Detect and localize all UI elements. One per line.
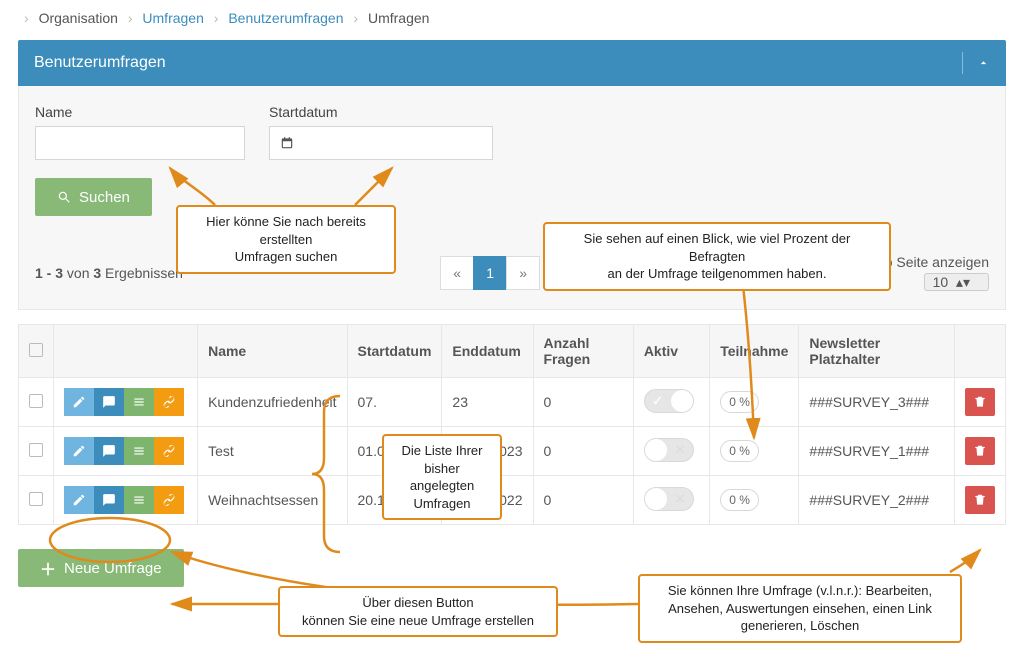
callout-participation: Sie sehen auf einen Blick, wie viel Proz… — [543, 222, 891, 291]
col-participation[interactable]: Teilnahme — [710, 325, 799, 378]
list-icon — [132, 493, 146, 507]
pencil-icon — [72, 444, 86, 458]
callout-new-button: Über diesen Button können Sie eine neue … — [278, 586, 558, 637]
participation-badge: 0 % — [720, 489, 759, 511]
col-start[interactable]: Startdatum — [347, 325, 442, 378]
cell-participation: 0 % — [710, 427, 799, 476]
cell-end: 23 — [442, 378, 533, 427]
row-actions — [64, 437, 187, 465]
breadcrumb-user-surveys[interactable]: Benutzerumfragen — [228, 10, 343, 26]
row-actions — [64, 486, 187, 514]
active-toggle[interactable]: ✕ — [644, 438, 694, 462]
name-input[interactable] — [35, 126, 245, 160]
edit-button[interactable] — [64, 388, 94, 416]
active-toggle[interactable]: ✕ — [644, 487, 694, 511]
view-button[interactable] — [94, 486, 124, 514]
speech-icon — [102, 444, 116, 458]
per-page-select[interactable]: 10 ▴▾ — [924, 273, 989, 291]
link-icon — [162, 444, 176, 458]
search-button[interactable]: Suchen — [35, 178, 152, 216]
delete-button[interactable] — [965, 388, 995, 416]
link-icon — [162, 395, 176, 409]
edit-button[interactable] — [64, 437, 94, 465]
col-placeholder[interactable]: Newsletter Platzhalter — [799, 325, 955, 378]
row-checkbox[interactable] — [29, 492, 43, 506]
cell-name: Kundenzufriedenheit — [198, 378, 347, 427]
row-checkbox[interactable] — [29, 443, 43, 457]
delete-button[interactable] — [965, 486, 995, 514]
trash-icon — [973, 444, 987, 458]
table-row: Kundenzufriedenheit 07. 23 0 ✓ 0 % ###SU… — [19, 378, 1006, 427]
cell-participation: 0 % — [710, 476, 799, 525]
edit-button[interactable] — [64, 486, 94, 514]
callout-list: Die Liste Ihrer bisher angelegten Umfrag… — [382, 434, 502, 520]
cell-active: ✓ — [633, 378, 709, 427]
panel-title: Benutzerumfragen — [34, 54, 166, 72]
cell-name: Test — [198, 427, 347, 476]
col-questions[interactable]: Anzahl Fragen — [533, 325, 633, 378]
panel-collapse-toggle[interactable] — [962, 52, 990, 74]
delete-button[interactable] — [965, 437, 995, 465]
page-prev[interactable]: « — [440, 256, 474, 290]
pencil-icon — [72, 493, 86, 507]
results-button[interactable] — [124, 486, 154, 514]
cell-questions: 0 — [533, 427, 633, 476]
checkbox-all[interactable] — [29, 343, 43, 357]
row-actions — [64, 388, 187, 416]
table-row: Test 01.01.2023 09.01.2023 0 ✕ 0 % ###SU… — [19, 427, 1006, 476]
link-button[interactable] — [154, 437, 184, 465]
startdate-label: Startdatum — [269, 104, 493, 120]
breadcrumb-org: Organisation — [39, 10, 118, 26]
search-icon — [57, 190, 71, 204]
results-count: 1 - 3 von 3 Ergebnissen — [35, 265, 183, 281]
results-button[interactable] — [124, 437, 154, 465]
cell-name: Weihnachtsessen — [198, 476, 347, 525]
participation-badge: 0 % — [720, 391, 759, 413]
chevron-up-icon — [977, 56, 990, 70]
speech-icon — [102, 395, 116, 409]
active-toggle[interactable]: ✓ — [644, 389, 694, 413]
list-icon — [132, 444, 146, 458]
speech-icon — [102, 493, 116, 507]
link-button[interactable] — [154, 388, 184, 416]
cell-questions: 0 — [533, 476, 633, 525]
trash-icon — [973, 493, 987, 507]
link-icon — [162, 493, 176, 507]
col-name[interactable]: Name — [198, 325, 347, 378]
participation-badge: 0 % — [720, 440, 759, 462]
view-button[interactable] — [94, 437, 124, 465]
callout-search: Hier könne Sie nach bereits erstellten U… — [176, 205, 396, 274]
col-end[interactable]: Enddatum — [442, 325, 533, 378]
cell-active: ✕ — [633, 476, 709, 525]
startdate-input[interactable] — [303, 126, 493, 160]
name-label: Name — [35, 104, 245, 120]
results-button[interactable] — [124, 388, 154, 416]
cell-placeholder: ###SURVEY_1### — [799, 427, 955, 476]
calendar-icon[interactable] — [269, 126, 303, 160]
view-button[interactable] — [94, 388, 124, 416]
cell-placeholder: ###SURVEY_2### — [799, 476, 955, 525]
cell-active: ✕ — [633, 427, 709, 476]
col-active[interactable]: Aktiv — [633, 325, 709, 378]
page-next[interactable]: » — [506, 256, 540, 290]
link-button[interactable] — [154, 486, 184, 514]
cell-participation: 0 % — [710, 378, 799, 427]
row-checkbox[interactable] — [29, 394, 43, 408]
cell-start: 07. — [347, 378, 442, 427]
callout-actions: Sie können Ihre Umfrage (v.l.n.r.): Bear… — [638, 574, 962, 643]
pencil-icon — [72, 395, 86, 409]
list-icon — [132, 395, 146, 409]
panel-header: Benutzerumfragen — [18, 40, 1006, 86]
breadcrumb-current: Umfragen — [368, 10, 429, 26]
trash-icon — [973, 395, 987, 409]
table-row: Weihnachtsessen 20.12.2022 23.12.2022 0 … — [19, 476, 1006, 525]
cell-placeholder: ###SURVEY_3### — [799, 378, 955, 427]
new-survey-button[interactable]: ＋ Neue Umfrage — [18, 549, 184, 587]
breadcrumb-surveys[interactable]: Umfragen — [142, 10, 203, 26]
surveys-table: Name Startdatum Enddatum Anzahl Fragen A… — [18, 324, 1006, 525]
cell-questions: 0 — [533, 378, 633, 427]
breadcrumb: › Organisation › Umfragen › Benutzerumfr… — [0, 0, 1024, 36]
page-1[interactable]: 1 — [473, 256, 507, 290]
plus-icon: ＋ — [40, 556, 56, 580]
